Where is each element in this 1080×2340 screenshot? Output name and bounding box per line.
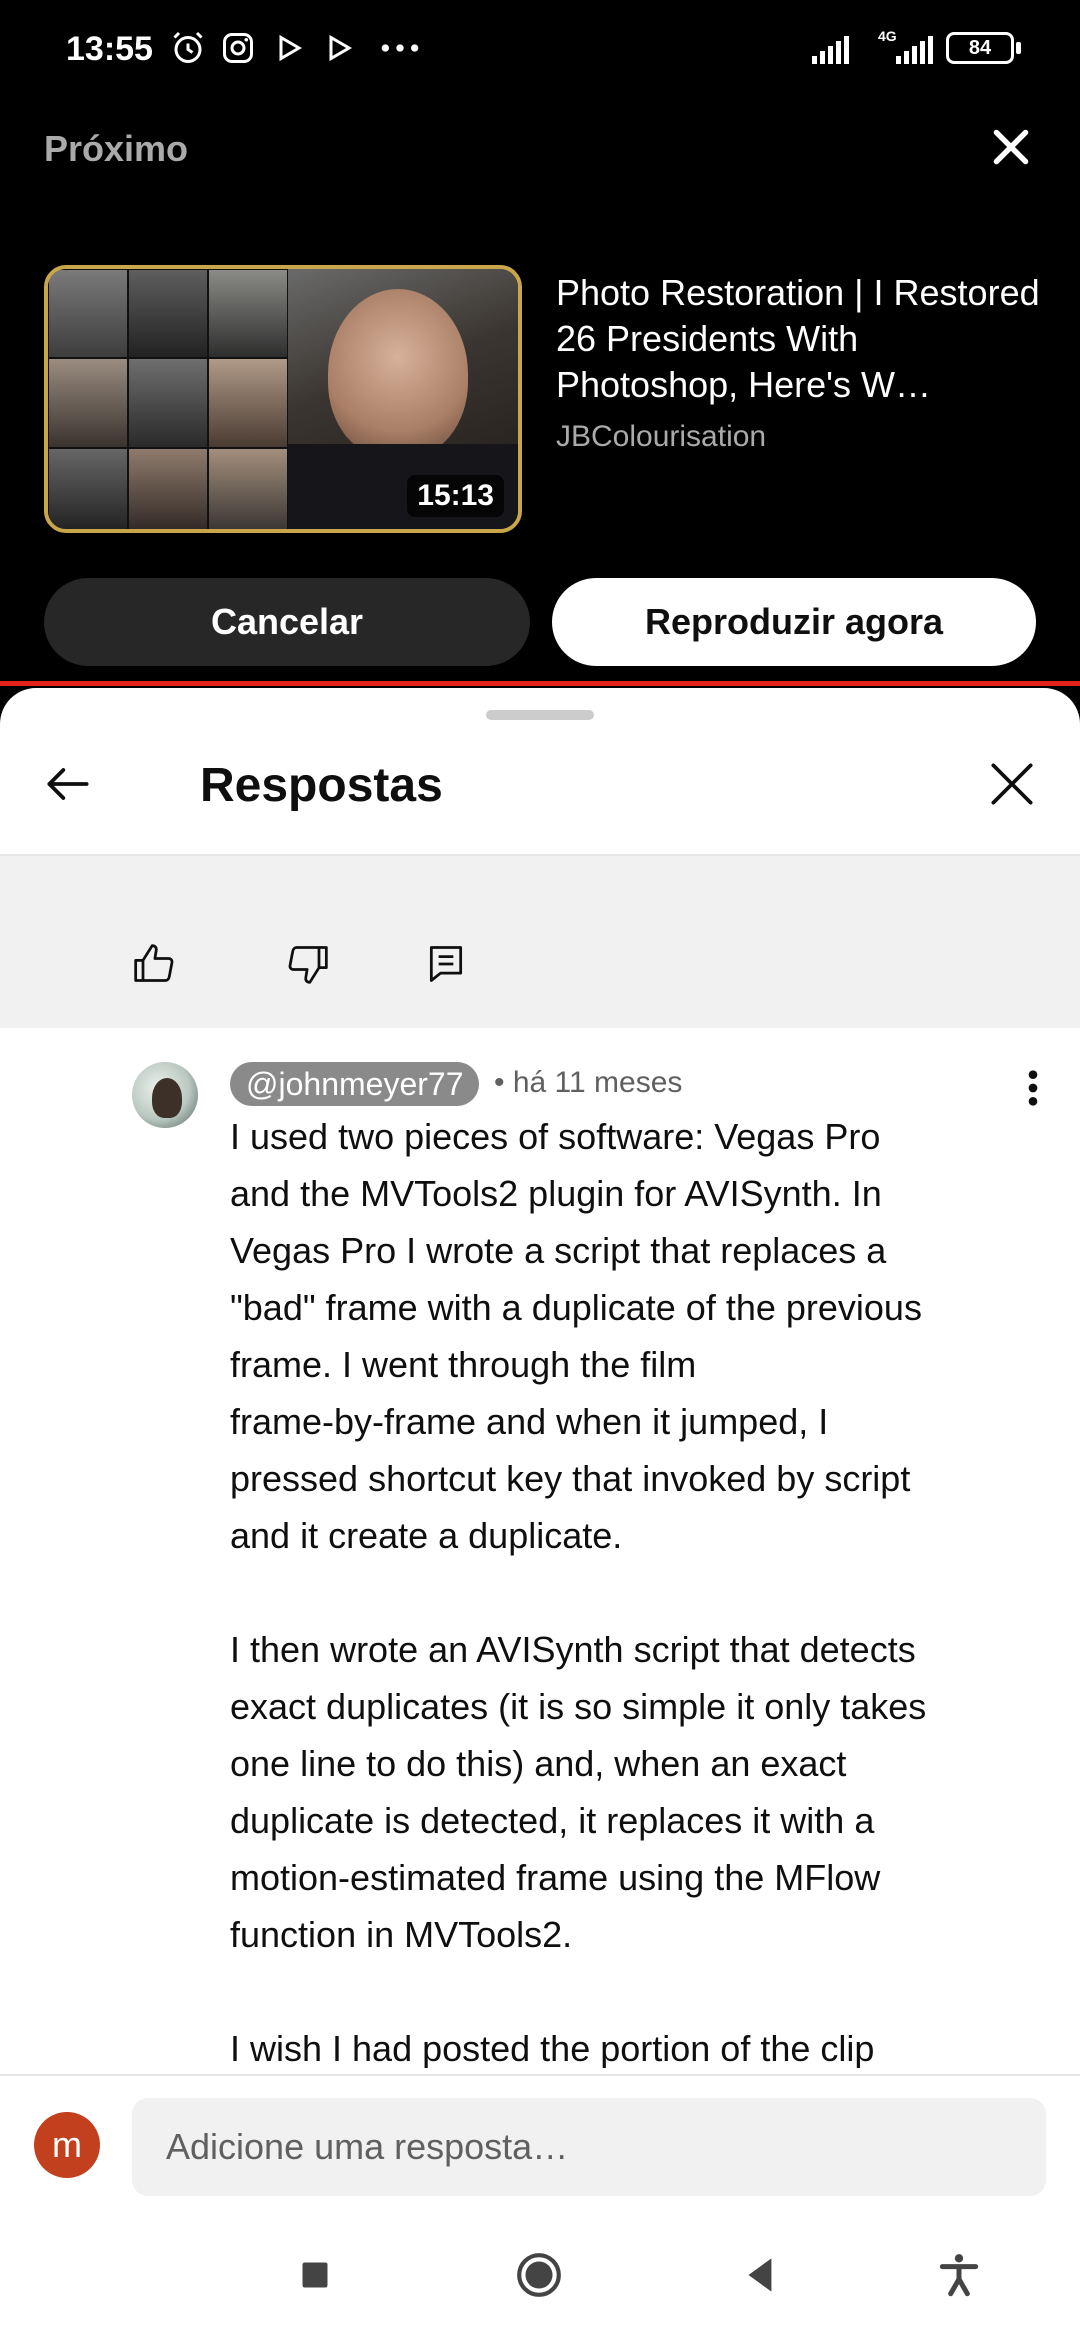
avatar[interactable] bbox=[132, 1062, 198, 1128]
back-icon[interactable] bbox=[736, 2250, 786, 2300]
close-sheet-icon[interactable] bbox=[984, 756, 1040, 812]
battery-icon: 84 bbox=[946, 32, 1014, 64]
user-avatar[interactable]: m bbox=[34, 2112, 100, 2178]
up-next-label: Próximo bbox=[44, 128, 189, 169]
status-time: 13:55 bbox=[66, 30, 153, 68]
next-video-channel: JBColourisation bbox=[556, 420, 767, 453]
status-bar: 13:55 4G 84 bbox=[0, 0, 1080, 100]
parent-comment-actions bbox=[0, 856, 1080, 1028]
drag-handle[interactable] bbox=[486, 710, 594, 720]
instagram-icon bbox=[223, 33, 253, 63]
comment-author[interactable]: @johnmeyer77 bbox=[230, 1062, 480, 1106]
thumbnail-president-grid bbox=[48, 269, 288, 529]
reply-icon[interactable] bbox=[424, 942, 468, 986]
more-options-icon[interactable] bbox=[1026, 1068, 1040, 1108]
more-notifications-icon bbox=[381, 44, 419, 52]
battery-tip bbox=[1016, 42, 1021, 54]
reply-input[interactable]: Adicione uma resposta… bbox=[132, 2098, 1046, 2196]
signal-4g-icon bbox=[896, 36, 933, 64]
reply-bar: m Adicione uma resposta… bbox=[0, 2074, 1080, 2210]
reply-comment: @johnmeyer77 • há 11 meses I used two pi… bbox=[0, 1028, 1080, 2068]
comment-text: I used two pieces of software: Vegas Pro… bbox=[230, 1116, 927, 2068]
play-now-button[interactable]: Reproduzir agora bbox=[552, 578, 1036, 666]
video-progress-bar bbox=[0, 681, 1080, 686]
next-video-title[interactable]: Photo Restoration | I Restored 26 Presid… bbox=[556, 270, 1046, 408]
comment-time: • há 11 meses bbox=[494, 1066, 683, 1099]
recents-icon[interactable] bbox=[290, 2250, 340, 2300]
back-arrow-icon[interactable] bbox=[40, 756, 96, 812]
video-thumbnail[interactable]: 15:13 bbox=[44, 265, 522, 533]
battery-level: 84 bbox=[968, 36, 992, 59]
dislike-icon[interactable] bbox=[286, 942, 330, 986]
home-icon[interactable] bbox=[514, 2250, 564, 2300]
sheet-title: Respostas bbox=[200, 759, 443, 812]
like-icon[interactable] bbox=[132, 942, 176, 986]
video-duration: 15:13 bbox=[407, 475, 504, 517]
signal-icon bbox=[812, 36, 849, 64]
play-store-icon-2 bbox=[329, 34, 352, 62]
sheet-header: Respostas bbox=[0, 728, 1080, 854]
close-icon[interactable] bbox=[986, 122, 1036, 172]
cancel-button[interactable]: Cancelar bbox=[44, 578, 530, 666]
alarm-icon bbox=[173, 31, 203, 63]
accessibility-icon[interactable] bbox=[934, 2250, 984, 2300]
play-store-icon bbox=[279, 34, 302, 62]
system-nav-bar bbox=[0, 2210, 1080, 2340]
up-next-panel: Próximo 15:13 Photo Restoration | I Rest… bbox=[0, 100, 1080, 685]
